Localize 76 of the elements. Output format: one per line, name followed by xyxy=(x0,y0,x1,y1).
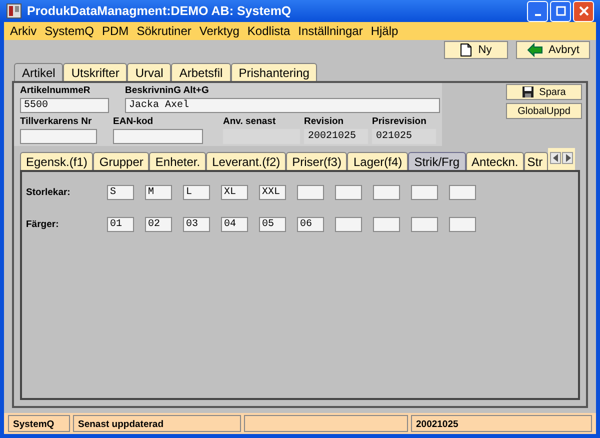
input-field[interactable] xyxy=(335,185,362,200)
input-field[interactable]: XL xyxy=(221,185,248,200)
tab[interactable]: Egensk.(f1) xyxy=(20,152,94,170)
readonly-field: 021025 xyxy=(372,129,436,144)
input-field[interactable]: 06 xyxy=(297,217,324,232)
tab[interactable]: Prishantering xyxy=(230,63,318,81)
readonly-field: 20021025 xyxy=(304,129,368,144)
tab[interactable]: Str xyxy=(524,152,548,170)
close-icon xyxy=(578,6,588,16)
minimize-icon xyxy=(534,14,540,16)
input-field[interactable] xyxy=(449,217,476,232)
input-field[interactable]: XXL xyxy=(259,185,286,200)
row-label: Färger: xyxy=(26,219,60,230)
input-field[interactable]: L xyxy=(183,185,210,200)
maximize-button[interactable] xyxy=(550,0,571,22)
tab[interactable]: Priser(f3) xyxy=(286,152,348,170)
menu-item[interactable]: Hjälp xyxy=(366,24,402,38)
input-field[interactable]: M xyxy=(145,185,172,200)
input-field[interactable]: Jacka Axel xyxy=(125,98,440,113)
field-label: EAN-kod xyxy=(113,116,154,128)
tab[interactable]: Enheter. xyxy=(149,152,206,170)
tab[interactable]: Leverant.(f2) xyxy=(206,152,286,170)
input-field[interactable] xyxy=(335,217,362,232)
scroll-left-button[interactable] xyxy=(550,152,562,164)
field-label: Revision xyxy=(304,116,345,128)
menu-item[interactable]: Verktyg xyxy=(195,24,244,38)
menu-item[interactable]: Kodlista xyxy=(243,24,294,38)
status-panel: Senast uppdaterad xyxy=(73,415,241,432)
field-label: BeskrivninG Alt+G xyxy=(125,85,210,97)
status-panel: 20021025 xyxy=(411,415,592,432)
minimize-button[interactable] xyxy=(527,0,548,22)
arrow-left-icon xyxy=(526,43,542,57)
status-panel: SystemQ xyxy=(8,415,70,432)
field-label: Tillverkarens Nr xyxy=(20,116,93,128)
input-field[interactable] xyxy=(297,185,324,200)
save-button[interactable]: Spara xyxy=(506,84,582,100)
menu-item[interactable]: SystemQ xyxy=(40,24,98,38)
input-field[interactable] xyxy=(113,129,203,144)
field-label: ArtikelnummeR xyxy=(20,85,92,97)
app-icon xyxy=(6,3,22,19)
input-field[interactable]: 02 xyxy=(145,217,172,232)
tab[interactable]: Utskrifter xyxy=(63,63,128,81)
row-label: Storlekar: xyxy=(26,187,72,198)
tab[interactable]: Anteckn. xyxy=(466,152,524,170)
menu-item[interactable]: Arkiv xyxy=(6,24,41,38)
new-button[interactable]: Ny xyxy=(444,41,508,59)
document-icon xyxy=(460,43,472,57)
tab[interactable]: Grupper xyxy=(93,152,150,170)
input-field[interactable] xyxy=(449,185,476,200)
tab[interactable]: Strik/Frg xyxy=(408,152,466,170)
maximize-icon xyxy=(556,6,566,16)
input-field[interactable] xyxy=(20,129,97,144)
global-update-button[interactable]: GlobalUppd xyxy=(506,103,582,119)
input-field[interactable] xyxy=(411,217,438,232)
input-field[interactable] xyxy=(411,185,438,200)
menu-item[interactable]: PDM xyxy=(98,24,133,38)
close-button[interactable] xyxy=(573,0,594,22)
input-field[interactable] xyxy=(373,217,400,232)
input-field[interactable]: 04 xyxy=(221,217,248,232)
window-title: ProdukDataManagment:DEMO AB: SystemQ xyxy=(27,4,292,18)
field-label: Prisrevision xyxy=(372,116,428,128)
menu-item[interactable]: Sökrutiner xyxy=(132,24,196,38)
scroll-right-button[interactable] xyxy=(562,152,574,164)
input-field[interactable]: 05 xyxy=(259,217,286,232)
input-field[interactable] xyxy=(373,185,400,200)
input-field[interactable]: S xyxy=(107,185,134,200)
menu-item[interactable]: Inställningar xyxy=(294,24,367,38)
input-field[interactable]: 03 xyxy=(183,217,210,232)
input-field[interactable]: 01 xyxy=(107,217,134,232)
field-label: Anv. senast xyxy=(223,116,277,128)
tab[interactable]: Urval xyxy=(127,63,172,81)
input-field[interactable]: 5500 xyxy=(20,98,109,113)
cancel-button[interactable]: Avbryt xyxy=(516,41,590,59)
tab[interactable]: Artikel xyxy=(14,63,64,81)
tab[interactable]: Arbetsfil xyxy=(171,63,231,81)
tab[interactable]: Lager(f4) xyxy=(347,152,408,170)
